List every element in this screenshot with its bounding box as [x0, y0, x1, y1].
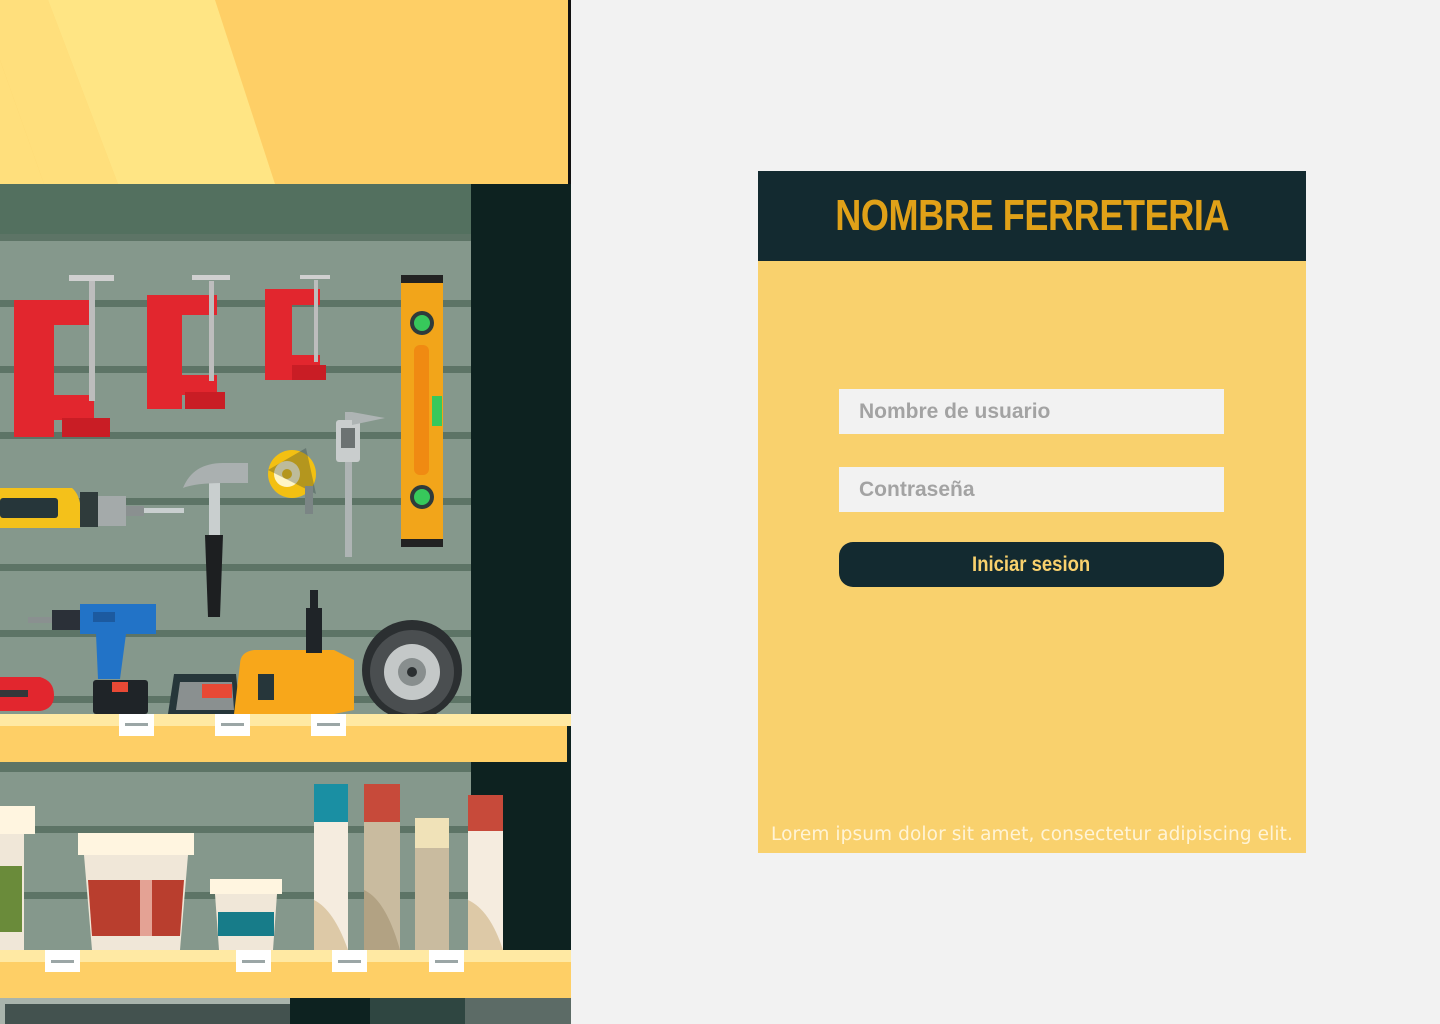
screwdriver-icon	[0, 677, 54, 711]
spray-can-icon	[415, 818, 449, 950]
login-button-label: Iniciar sesion	[972, 552, 1091, 576]
spray-can-icon	[314, 784, 348, 950]
ceiling-light	[0, 0, 571, 184]
shelf-upper	[0, 714, 571, 762]
spirit-level-icon	[401, 275, 443, 547]
spray-can-icon	[468, 795, 503, 950]
floor	[0, 998, 571, 1024]
pegboard-upper	[0, 184, 571, 715]
shelf-lower	[0, 950, 571, 998]
login-card: NOMBRE FERRETERIA Iniciar sesion Lorem i…	[758, 171, 1306, 853]
store-name-title: NOMBRE FERRETERIA	[835, 191, 1229, 240]
paint-bucket-icon	[210, 879, 282, 950]
login-button[interactable]: Iniciar sesion	[839, 542, 1224, 587]
hardware-store-illustration	[0, 0, 571, 1024]
footer-text: Lorem ipsum dolor sit amet, consectetur …	[771, 824, 1293, 845]
login-header: NOMBRE FERRETERIA	[758, 171, 1306, 261]
paint-bucket-icon	[78, 833, 194, 950]
password-input[interactable]	[839, 467, 1224, 512]
username-input[interactable]	[839, 389, 1224, 434]
spray-can-icon	[364, 784, 400, 950]
